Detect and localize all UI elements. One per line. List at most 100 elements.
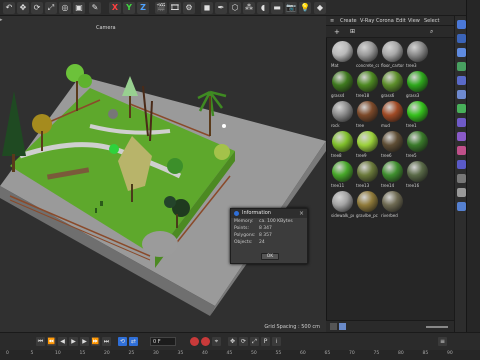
- cube-icon[interactable]: ◼: [201, 2, 213, 14]
- play-icon[interactable]: ▶: [69, 337, 78, 346]
- python-icon[interactable]: ◆: [314, 2, 326, 14]
- go-to-start-icon[interactable]: ⏮: [36, 337, 45, 346]
- render-picture-icon[interactable]: 🎞: [169, 2, 181, 14]
- material-swatch[interactable]: tree: [356, 100, 379, 130]
- material-view-icon[interactable]: ⊞: [350, 28, 355, 35]
- z-axis-toggle[interactable]: Z: [137, 2, 149, 14]
- render-view-icon[interactable]: 🎬: [155, 2, 167, 14]
- record-icon[interactable]: [190, 337, 199, 346]
- camera-icon[interactable]: 📷: [285, 2, 297, 14]
- x-axis-toggle[interactable]: X: [109, 2, 121, 14]
- camera-label[interactable]: Camera: [96, 25, 116, 31]
- menu-view[interactable]: View: [408, 18, 420, 24]
- next-key-icon[interactable]: ⏩: [91, 337, 100, 346]
- viewport-menu-icon[interactable]: ▸: [0, 17, 3, 23]
- keyframe-selection-icon[interactable]: ⌖: [212, 337, 221, 346]
- scale-icon[interactable]: ⤢: [45, 2, 57, 14]
- menu-icon[interactable]: ≡: [330, 18, 334, 24]
- search-icon[interactable]: ⌕: [430, 28, 433, 36]
- field-icon[interactable]: [457, 146, 466, 155]
- material-swatch[interactable]: tree9: [356, 130, 379, 160]
- material-swatch[interactable]: riverbed: [381, 190, 404, 220]
- go-to-end-icon[interactable]: ⏭: [102, 337, 111, 346]
- menu-edit[interactable]: Edit: [396, 18, 406, 24]
- previous-key-icon[interactable]: ⏪: [47, 337, 56, 346]
- deformer-strip-icon[interactable]: [457, 118, 466, 127]
- pen-icon[interactable]: ✒: [215, 2, 227, 14]
- live-select-icon[interactable]: ◎: [59, 2, 71, 14]
- scale-key-icon[interactable]: ⤢: [250, 337, 259, 346]
- material-swatch[interactable]: grass6: [381, 70, 404, 100]
- param-key-icon[interactable]: P: [261, 337, 270, 346]
- grid-view-icon[interactable]: [339, 323, 346, 330]
- material-swatch[interactable]: tree1: [406, 100, 429, 130]
- object-mode-icon[interactable]: ✎: [89, 2, 101, 14]
- loop-icon[interactable]: ⟲: [118, 337, 127, 346]
- timeline-menu-icon[interactable]: ≡: [438, 337, 447, 346]
- autokey-icon[interactable]: [201, 337, 210, 346]
- menu-vray[interactable]: V-Ray: [360, 18, 374, 24]
- rotate-icon[interactable]: ⟳: [31, 2, 43, 14]
- generator-icon[interactable]: [457, 104, 466, 113]
- thumbnail-size-slider[interactable]: [426, 326, 448, 328]
- info-row-objects: Objects: 24: [231, 239, 307, 246]
- effector-icon[interactable]: [457, 132, 466, 141]
- scene-icon[interactable]: [457, 202, 466, 211]
- material-swatch[interactable]: grass3: [406, 70, 429, 100]
- camera-strip-icon[interactable]: [457, 174, 466, 183]
- move-icon[interactable]: ✥: [17, 2, 29, 14]
- render-settings-icon[interactable]: ⚙: [183, 2, 195, 14]
- cube-object-icon[interactable]: [457, 20, 466, 29]
- menu-corona[interactable]: Corona: [376, 18, 394, 24]
- 3d-viewport[interactable]: ▸ Camera Grid Spacing : 500 cm Informati…: [0, 16, 326, 332]
- material-swatch[interactable]: floor_carton: [381, 40, 404, 70]
- floor-icon[interactable]: ▬: [271, 2, 283, 14]
- current-frame-field[interactable]: 0 F: [150, 337, 176, 346]
- position-key-icon[interactable]: ✥: [228, 337, 237, 346]
- material-swatch[interactable]: sidewalk_pc: [331, 190, 354, 220]
- play-mode-icon[interactable]: ⇄: [129, 337, 138, 346]
- material-swatch[interactable]: mud: [381, 100, 404, 130]
- material-swatch[interactable]: rock: [331, 100, 354, 130]
- material-swatch[interactable]: tree16: [406, 160, 429, 190]
- rotation-key-icon[interactable]: ⟳: [239, 337, 248, 346]
- previous-frame-icon[interactable]: ◀: [58, 337, 67, 346]
- ok-button[interactable]: OK: [261, 253, 279, 260]
- undo-icon[interactable]: ↶: [3, 2, 15, 14]
- pla-key-icon[interactable]: ⁞: [272, 337, 281, 346]
- material-swatch[interactable]: tree14: [381, 160, 404, 190]
- dialog-header[interactable]: Information ×: [231, 209, 307, 218]
- null-object-icon[interactable]: [457, 90, 466, 99]
- material-swatch[interactable]: tree3: [406, 40, 429, 70]
- material-swatch[interactable]: concrete_co: [356, 40, 379, 70]
- material-swatch[interactable]: tree18: [356, 70, 379, 100]
- material-swatch[interactable]: gravlbe_pc: [356, 190, 379, 220]
- deformer-icon[interactable]: ◖: [257, 2, 269, 14]
- light-icon[interactable]: 💡: [299, 2, 311, 14]
- cylinder-object-icon[interactable]: [457, 48, 466, 57]
- hair-icon[interactable]: [457, 160, 466, 169]
- menu-create[interactable]: Create: [340, 18, 357, 24]
- array-icon[interactable]: ⁂: [243, 2, 255, 14]
- timeline-tick-label: 40: [202, 351, 208, 356]
- sphere-object-icon[interactable]: [457, 34, 466, 43]
- spline-icon[interactable]: [457, 62, 466, 71]
- light-strip-icon[interactable]: [457, 188, 466, 197]
- material-swatch[interactable]: tree5: [406, 130, 429, 160]
- close-icon[interactable]: ×: [299, 209, 304, 218]
- material-swatch[interactable]: grass4: [331, 70, 354, 100]
- material-swatch[interactable]: Mat: [331, 40, 354, 70]
- material-swatch[interactable]: tree13: [356, 160, 379, 190]
- list-view-icon[interactable]: [330, 323, 337, 330]
- text-spline-icon[interactable]: [457, 76, 466, 85]
- add-material-icon[interactable]: +: [334, 28, 340, 36]
- material-swatch[interactable]: tree11: [331, 160, 354, 190]
- menu-select[interactable]: Select: [424, 18, 439, 24]
- next-frame-icon[interactable]: ▶: [80, 337, 89, 346]
- material-swatch[interactable]: tree6: [381, 130, 404, 160]
- timeline-ruler[interactable]: 0 5 10 15 20 25 30 35 40 45 50 55 60 65 70 75 80 85 90: [0, 350, 480, 360]
- material-swatch[interactable]: tree8: [331, 130, 354, 160]
- subdivision-icon[interactable]: ⬡: [229, 2, 241, 14]
- model-mode-icon[interactable]: ▣: [73, 2, 85, 14]
- y-axis-toggle[interactable]: Y: [123, 2, 135, 14]
